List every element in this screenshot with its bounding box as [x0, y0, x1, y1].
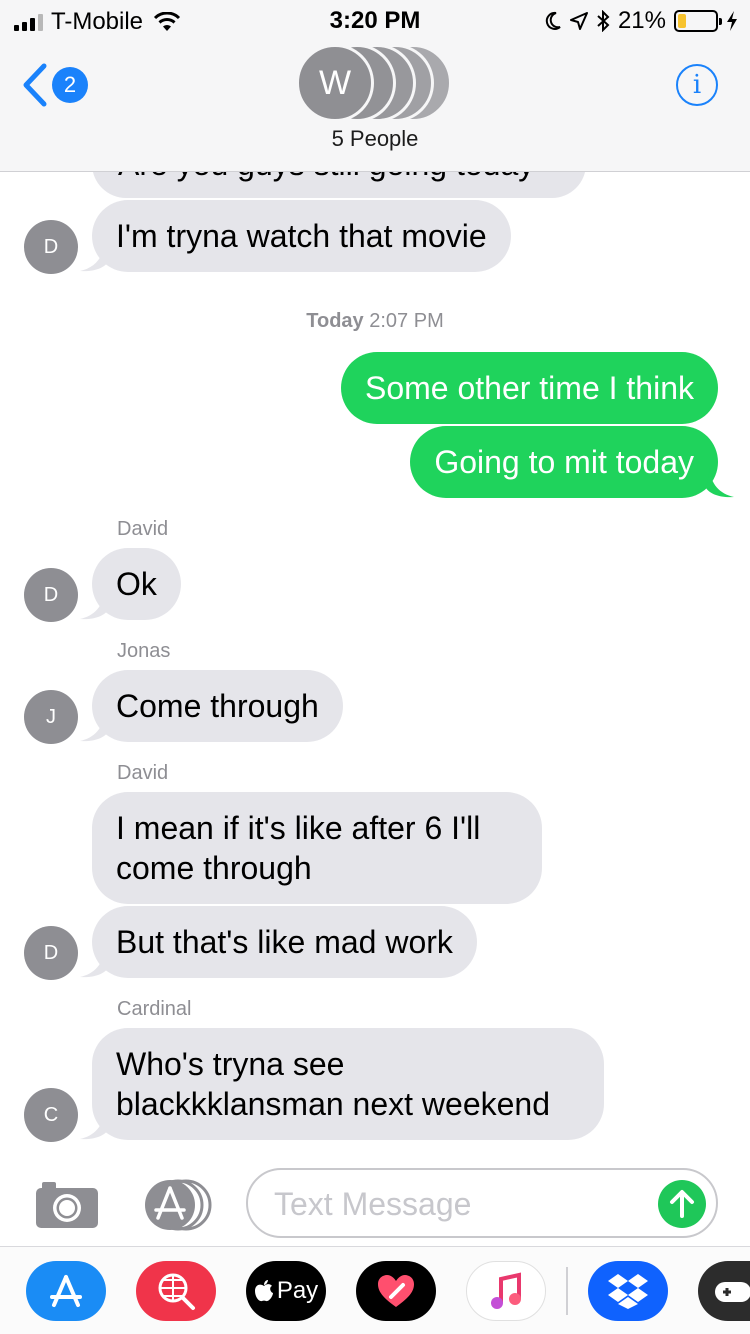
back-button[interactable]: 2 [22, 62, 88, 108]
music-note-icon [491, 1272, 521, 1309]
status-bar: T-Mobile 3:20 PM 21% [0, 0, 750, 40]
app-store-glyph-icon [50, 1275, 82, 1307]
timestamp-day: Today [306, 310, 364, 332]
message-text: Ok [116, 566, 157, 602]
sent-message-bubble[interactable]: Some other time I think [340, 352, 718, 424]
unread-count-badge: 2 [52, 67, 88, 103]
gamepad-icon [715, 1282, 750, 1302]
battery-icon [674, 10, 722, 32]
apple-pay-label: Pay [276, 1277, 319, 1304]
sent-message-bubble[interactable]: Going to mit today [410, 426, 718, 498]
bubble-tail [706, 468, 734, 498]
message-text: I mean if it's like after 6 I'll come th… [116, 810, 481, 886]
group-avatar-initial: W [296, 44, 374, 122]
message-bubble[interactable]: I'm tryna watch that movie [92, 200, 511, 272]
info-icon: i [692, 70, 702, 100]
send-button[interactable] [658, 1180, 706, 1228]
apple-pay-icon[interactable]: Pay [246, 1261, 326, 1321]
message-bubble[interactable]: Who's tryna see blackkklansman next week… [92, 1028, 604, 1140]
timestamp: Today 2:07 PM [0, 310, 750, 333]
message-thread[interactable]: Are you guys still going today D I'm try… [0, 0, 750, 1160]
app-store-icon[interactable] [26, 1261, 106, 1321]
camera-icon[interactable] [34, 1178, 100, 1230]
message-bubble[interactable]: Come through [92, 670, 343, 742]
message-text: I'm tryna watch that movie [116, 218, 487, 254]
message-bubble[interactable]: I mean if it's like after 6 I'll come th… [92, 792, 542, 904]
globe-search-icon [158, 1273, 195, 1310]
game-icon[interactable] [698, 1261, 750, 1321]
heart-icon [378, 1275, 414, 1307]
moon-icon [545, 11, 561, 30]
message-bubble[interactable]: Ok [92, 548, 181, 620]
dropbox-icon[interactable] [588, 1261, 668, 1321]
charging-icon [727, 11, 737, 31]
avatar-initial: D [43, 235, 59, 258]
sender-name: David [117, 762, 169, 784]
message-composer [0, 1160, 750, 1246]
location-icon [569, 12, 588, 30]
avatar-initial: J [46, 705, 56, 728]
dropbox-glyph-icon [608, 1274, 648, 1309]
sender-name: Cardinal [117, 998, 192, 1020]
message-text: But that's like mad work [116, 924, 453, 960]
message-text: Some other time I think [364, 370, 694, 406]
message-bubble[interactable]: But that's like mad work [92, 906, 477, 978]
web-search-icon[interactable] [136, 1261, 216, 1321]
bluetooth-icon [597, 10, 610, 32]
avatar[interactable]: J [24, 690, 78, 744]
status-right: 21% [544, 7, 738, 35]
avatar[interactable]: D [24, 568, 78, 622]
apple-icon [254, 1280, 273, 1302]
avatar[interactable]: D [24, 926, 78, 980]
message-input[interactable] [274, 1184, 634, 1224]
info-button[interactable]: i [676, 64, 718, 106]
sender-name: David [117, 518, 169, 540]
avatar[interactable]: C [24, 1088, 78, 1142]
participants-label[interactable]: 5 People [0, 126, 750, 152]
message-input-container[interactable] [246, 1168, 718, 1238]
music-icon[interactable] [466, 1261, 546, 1321]
arrow-up-icon [670, 1190, 694, 1218]
imessage-app-drawer: Pay [0, 1246, 750, 1334]
app-store-drawer-icon[interactable] [138, 1178, 214, 1232]
avatar-initial: C [43, 1103, 59, 1126]
battery-percent: 21% [617, 7, 666, 34]
message-text: Come through [116, 688, 319, 724]
conversation-header: T-Mobile 3:20 PM 21% 2 W 5 People i [0, 0, 750, 172]
chevron-left-icon [23, 63, 47, 107]
sender-name: Jonas [117, 640, 171, 662]
avatar-initial: D [43, 583, 59, 606]
timestamp-time: 2:07 PM [369, 310, 444, 332]
message-text: Who's tryna see blackkklansman next week… [116, 1046, 551, 1122]
digital-touch-icon[interactable] [356, 1261, 436, 1321]
avatar-initial: D [43, 941, 59, 964]
app-drawer-divider [566, 1267, 568, 1315]
group-avatar-stack[interactable]: W [296, 44, 456, 122]
avatar[interactable]: D [24, 220, 78, 274]
message-text: Going to mit today [434, 444, 694, 480]
